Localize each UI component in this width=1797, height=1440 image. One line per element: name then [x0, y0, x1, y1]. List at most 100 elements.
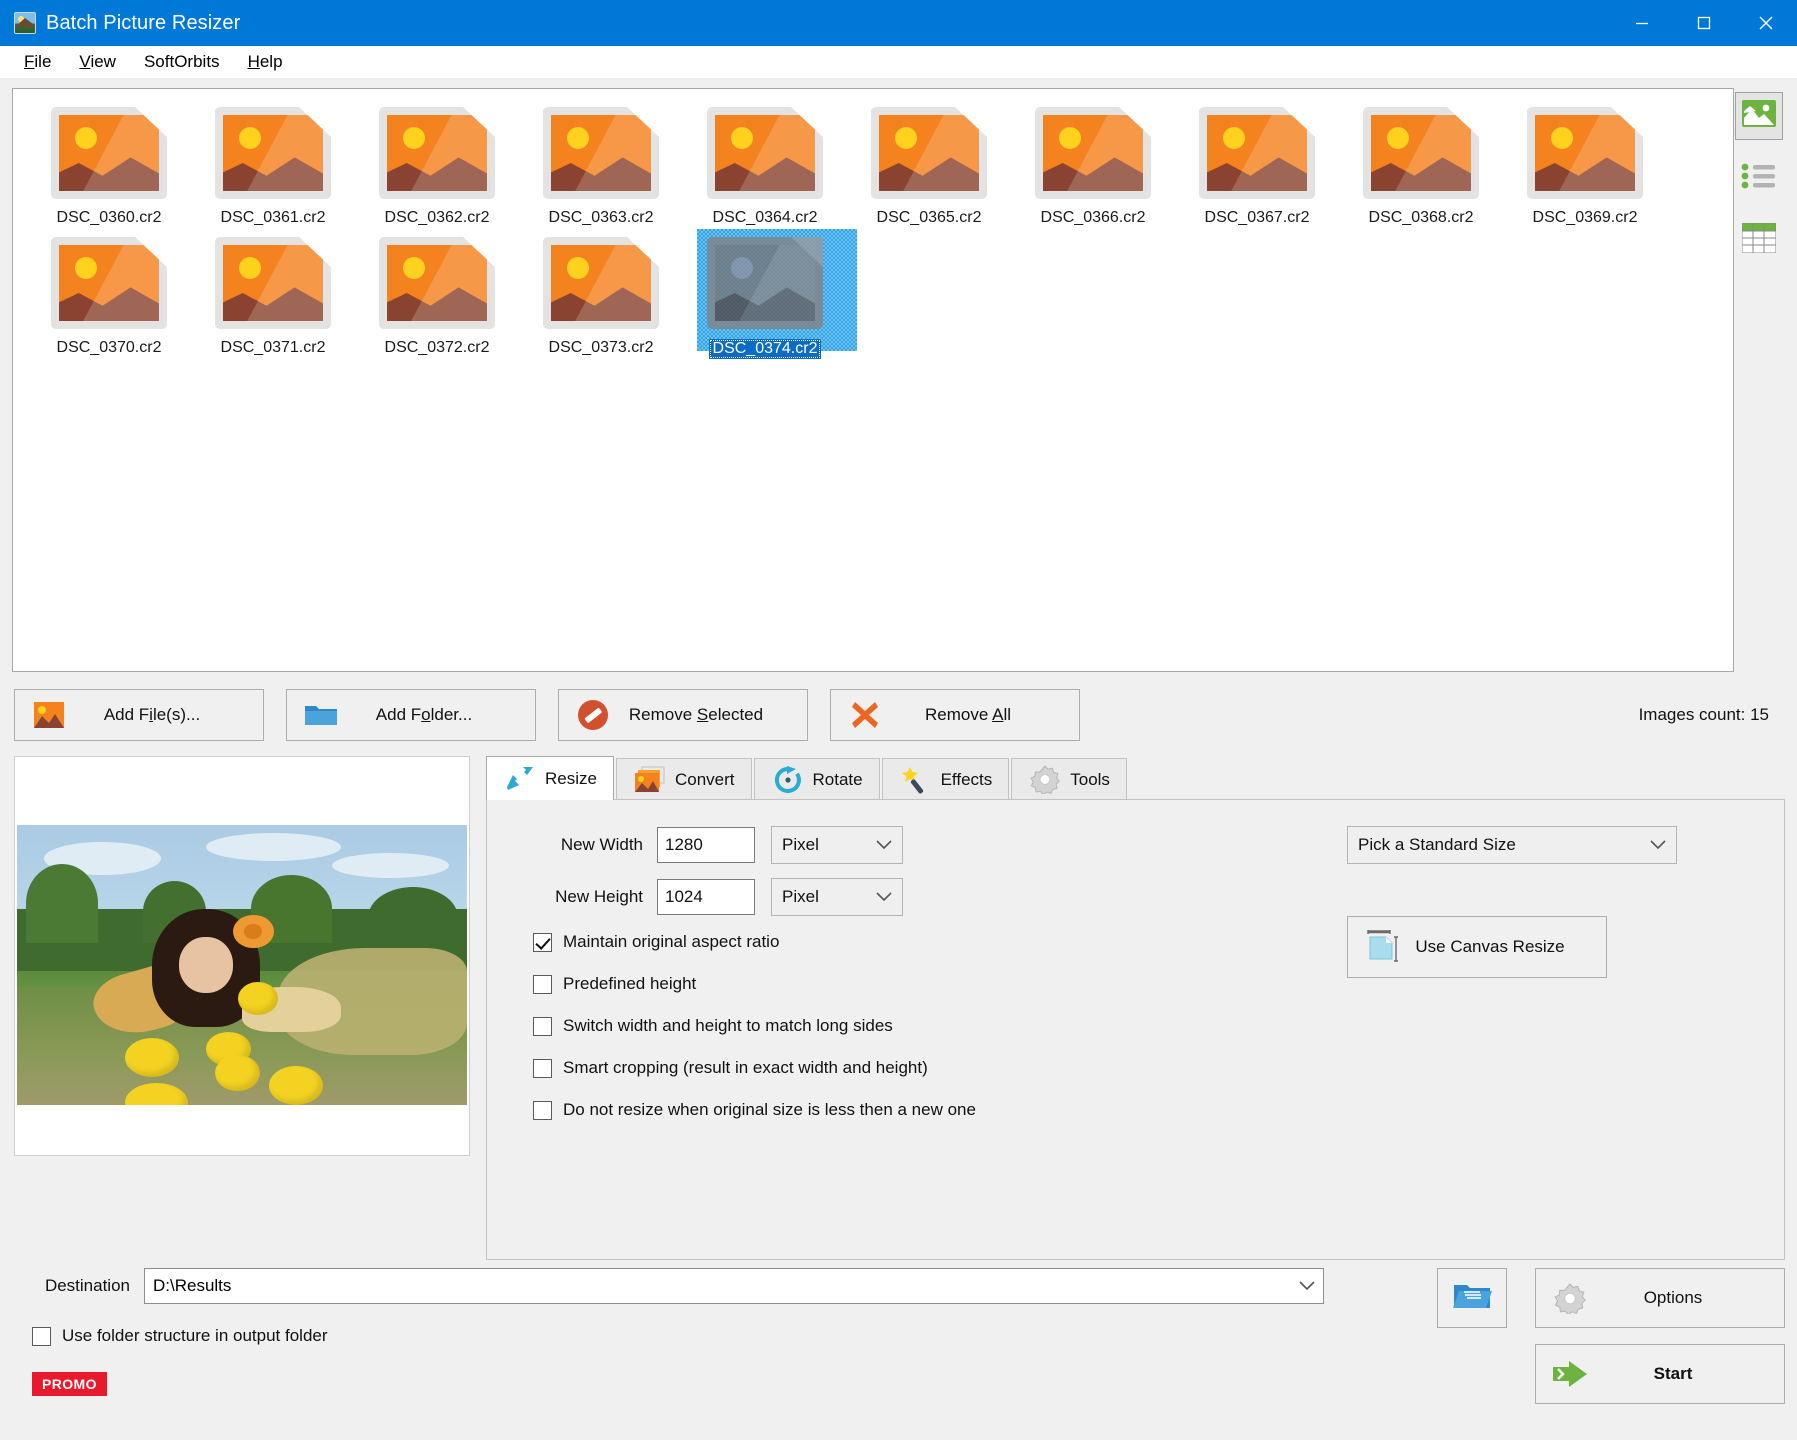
thumbnail-image [209, 235, 337, 331]
thumbnail-item[interactable]: DSC_0373.cr2 [519, 229, 683, 359]
remove-all-button[interactable]: Remove All [830, 689, 1080, 741]
start-button[interactable]: Start [1535, 1344, 1785, 1404]
resize-option-checkbox[interactable] [533, 1016, 552, 1036]
resize-option-checkbox[interactable] [533, 932, 552, 952]
image-file-icon [373, 235, 501, 331]
bottom-right-buttons: Options Start [1345, 1268, 1785, 1404]
options-button[interactable]: Options [1535, 1268, 1785, 1328]
start-label: Start [1653, 1364, 1693, 1383]
thumbnails-view-button[interactable] [1735, 92, 1784, 140]
menu-view-label-rest: iew [90, 52, 116, 71]
thumbnail-item[interactable]: DSC_0362.cr2 [355, 99, 519, 229]
thumbnail-item[interactable]: DSC_0367.cr2 [1175, 99, 1339, 229]
picture-add-icon [29, 702, 69, 728]
thumbnail-item[interactable]: DSC_0364.cr2 [683, 99, 847, 229]
tab-effects-label: Effects [940, 769, 993, 789]
resize-option-label: Maintain original aspect ratio [563, 932, 780, 951]
resize-option-row[interactable]: Do not resize when original size is less… [533, 1100, 1784, 1120]
menu-help-label-rest: elp [259, 52, 283, 71]
thumbnail-item[interactable]: DSC_0366.cr2 [1011, 99, 1175, 229]
chevron-down-icon [876, 887, 892, 907]
thumbnail-item[interactable]: DSC_0360.cr2 [27, 99, 191, 229]
tab-resize-label: Resize [545, 768, 597, 788]
title-bar: Batch Picture Resizer [0, 0, 1797, 46]
image-preview-panel[interactable] [14, 756, 470, 1156]
thumbnail-item[interactable]: DSC_0365.cr2 [847, 99, 1011, 229]
remove-selected-label: Remove Selected [628, 705, 764, 724]
resize-option-checkbox[interactable] [533, 1058, 552, 1078]
resize-option-row[interactable]: Switch width and height to match long si… [533, 1016, 1784, 1036]
details-view-button[interactable] [1735, 216, 1783, 264]
resize-option-row[interactable]: Smart cropping (result in exact width an… [533, 1058, 1784, 1078]
thumbnail-item[interactable]: DSC_0371.cr2 [191, 229, 355, 359]
file-thumbnail-list[interactable]: DSC_0360.cr2 DSC_0361.cr2 DSC_0362.cr2 DSC_… [12, 88, 1734, 672]
preview-photo [17, 825, 467, 1105]
thumbnail-image [1193, 105, 1321, 201]
browse-destination-button[interactable] [1437, 1268, 1507, 1328]
options-label: Options [1643, 1288, 1703, 1307]
bullet-list-icon [1741, 162, 1777, 195]
tab-effects[interactable]: Effects [881, 758, 1010, 800]
tab-rotate[interactable]: Rotate [753, 758, 880, 800]
tab-resize[interactable]: Resize [486, 756, 614, 800]
thumbnail-item[interactable]: DSC_0361.cr2 [191, 99, 355, 229]
new-width-input[interactable]: 1280 [657, 827, 755, 863]
tab-convert[interactable]: Convert [615, 758, 752, 800]
image-file-icon [537, 235, 665, 331]
image-file-icon [209, 235, 337, 331]
thumbnail-image [209, 105, 337, 201]
resize-right-column: Pick a Standard Size Use Canvas Resize [1347, 826, 1767, 978]
resize-option-checkbox[interactable] [533, 974, 552, 994]
thumbnail-label: DSC_0370.cr2 [56, 339, 162, 356]
image-file-icon [209, 105, 337, 201]
standard-size-select[interactable]: Pick a Standard Size [1347, 826, 1677, 864]
menu-file-label-rest: ile [34, 52, 52, 71]
add-folder-button[interactable]: Add Folder... [286, 689, 536, 741]
thumbnail-item[interactable]: DSC_0370.cr2 [27, 229, 191, 359]
new-height-input[interactable]: 1024 [657, 879, 755, 915]
thumbnail-item[interactable]: DSC_0374.cr2 [683, 229, 857, 359]
image-file-icon [1193, 105, 1321, 201]
lower-section: Resize Convert Rotate Effects Tools New … [0, 744, 1797, 1260]
menu-softorbits-label: SoftOrbits [143, 52, 220, 71]
menu-view[interactable]: View [65, 49, 130, 75]
promo-badge[interactable]: PROMO [32, 1372, 107, 1396]
thumbnail-label: DSC_0365.cr2 [876, 209, 982, 226]
thumbnail-item[interactable]: DSC_0372.cr2 [355, 229, 519, 359]
image-file-icon [537, 105, 665, 201]
thumbnail-item[interactable]: DSC_0369.cr2 [1503, 99, 1667, 229]
resize-option-label: Predefined height [563, 974, 697, 993]
maximize-button[interactable] [1673, 0, 1735, 46]
resize-option-label: Do not resize when original size is less… [563, 1100, 976, 1119]
resize-option-checkbox[interactable] [533, 1100, 552, 1120]
image-file-icon [865, 105, 993, 201]
thumbnail-item[interactable]: DSC_0368.cr2 [1339, 99, 1503, 229]
window-controls [1611, 0, 1797, 46]
new-height-unit-value: Pixel [782, 887, 819, 906]
standard-size-value: Pick a Standard Size [1358, 835, 1516, 854]
menu-softorbits[interactable]: SoftOrbits [130, 49, 234, 75]
settings-tabs-area: Resize Convert Rotate Effects Tools New … [486, 756, 1785, 1260]
menu-file[interactable]: File [10, 49, 65, 75]
use-folder-structure-checkbox[interactable] [32, 1326, 51, 1346]
menu-help[interactable]: Help [234, 49, 297, 75]
folder-icon [301, 702, 341, 728]
tab-tools[interactable]: Tools [1011, 758, 1127, 800]
destination-input[interactable]: D:\Results [144, 1268, 1324, 1304]
window-title: Batch Picture Resizer [46, 11, 241, 34]
new-width-unit-value: Pixel [782, 835, 819, 854]
new-width-label: New Width [560, 835, 643, 854]
close-button[interactable] [1735, 0, 1797, 46]
new-height-unit-select[interactable]: Pixel [771, 878, 903, 916]
new-width-unit-select[interactable]: Pixel [771, 826, 903, 864]
minimize-button[interactable] [1611, 0, 1673, 46]
thumbnail-item[interactable]: DSC_0363.cr2 [519, 99, 683, 229]
thumbnail-label: DSC_0373.cr2 [548, 339, 654, 356]
add-files-button[interactable]: Add File(s)... [14, 689, 264, 741]
list-view-button[interactable] [1735, 154, 1783, 202]
remove-all-label: Remove All [925, 705, 1011, 724]
app-picture-icon [14, 12, 36, 34]
remove-selected-button[interactable]: Remove Selected [558, 689, 808, 741]
use-canvas-resize-button[interactable]: Use Canvas Resize [1347, 916, 1607, 978]
view-mode-toolbar [1734, 88, 1785, 672]
